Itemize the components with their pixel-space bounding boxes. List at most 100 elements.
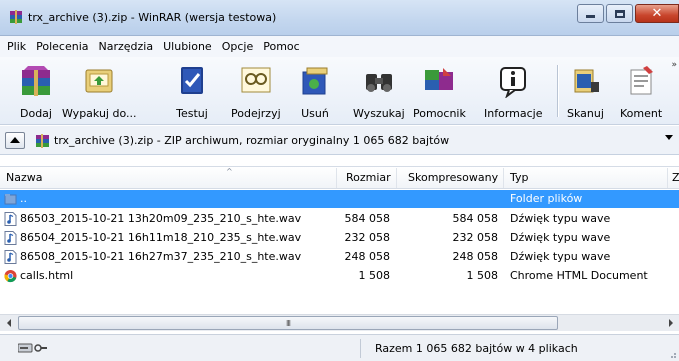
minimize-button[interactable] <box>577 4 604 23</box>
find-label: Wyszukaj <box>353 107 405 120</box>
minimize-icon <box>586 15 595 18</box>
toolbar-overflow-icon[interactable]: » <box>671 60 677 70</box>
file-name: 86503_2015-10-21 13h20m09_235_210_s_hte.… <box>20 212 302 225</box>
file-name: .. <box>20 192 27 205</box>
menu-ulubione[interactable]: Ulubione <box>163 40 212 53</box>
view-label: Podejrzyj <box>231 107 281 120</box>
info-icon <box>500 67 527 98</box>
menu-polecenia[interactable]: Polecenia <box>36 40 88 53</box>
scrollbar-grip: III <box>285 318 291 328</box>
find-icon <box>365 74 392 92</box>
column-name[interactable]: Nazwa <box>6 167 42 189</box>
window-title: trx_archive (3).zip - WinRAR (wersja tes… <box>28 11 277 24</box>
scan-button[interactable]: Skanuj <box>567 60 604 122</box>
file-size: 232 058 <box>344 231 391 244</box>
status-separator <box>360 339 361 358</box>
address-bar: trx_archive (3).zip - ZIP archiwum, rozm… <box>0 126 679 155</box>
scrollbar-thumb[interactable]: III <box>18 316 558 330</box>
menu-pomoc[interactable]: Pomoc <box>263 40 299 53</box>
menu-bar: Plik Polecenia Narzędzia Ulubione Opcje … <box>0 36 679 57</box>
file-size: 1 508 <box>358 269 391 282</box>
add-archive-icon <box>22 66 50 96</box>
delete-button[interactable]: Usuń <box>297 60 333 122</box>
scroll-left-button[interactable] <box>0 315 17 331</box>
file-type: Dźwięk typu wave <box>510 212 611 225</box>
comment-icon <box>630 66 654 95</box>
info-button[interactable]: Informacje <box>484 60 542 122</box>
file-type: Folder plików <box>510 192 583 205</box>
status-bar: Razem 1 065 682 bajtów w 4 plikach <box>0 334 679 361</box>
list-item[interactable]: 86504_2015-10-21 16h11m18_210_235_s_hte.… <box>0 229 679 247</box>
extract-to-button[interactable]: Wypakuj do... <box>62 60 136 122</box>
wizard-icon <box>425 68 454 90</box>
archive-icon <box>36 134 49 148</box>
list-item[interactable]: calls.html 1 508 1 508 Chrome HTML Docum… <box>0 267 679 285</box>
winrar-app-icon[interactable] <box>9 10 23 24</box>
list-item[interactable]: 86508_2015-10-21 16h27m37_235_210_s_hte.… <box>0 248 679 266</box>
file-size: 584 058 <box>344 212 391 225</box>
file-packed: 248 058 <box>452 250 499 263</box>
extract-to-label: Wypakuj do... <box>62 107 137 120</box>
file-packed: 584 058 <box>452 212 499 225</box>
chrome-html-icon <box>4 269 17 283</box>
wave-file-icon <box>4 212 17 226</box>
toolbar-separator <box>557 65 558 117</box>
list-item-parent-folder[interactable]: .. Folder plików <box>0 190 679 208</box>
file-list-header: Nazwa ^ Rozmiar Skompresowany Typ Z <box>0 166 679 189</box>
wave-file-icon <box>4 250 17 264</box>
menu-narzedzia[interactable]: Narzędzia <box>99 40 154 53</box>
drive-key-icon[interactable] <box>18 342 48 354</box>
file-name: 86504_2015-10-21 16h11m18_210_235_s_hte.… <box>20 231 302 244</box>
add-label: Dodaj <box>20 107 52 120</box>
info-label: Informacje <box>484 107 543 120</box>
close-icon: ✕ <box>651 6 663 21</box>
wizard-label: Pomocnik <box>413 107 466 120</box>
column-size[interactable]: Rozmiar <box>346 167 391 189</box>
horizontal-scrollbar[interactable]: III <box>0 314 679 331</box>
scroll-right-button[interactable] <box>662 315 679 331</box>
address-path[interactable]: trx_archive (3).zip - ZIP archiwum, rozm… <box>54 134 449 147</box>
column-type[interactable]: Typ <box>510 167 529 189</box>
comment-button[interactable]: Koment <box>620 60 662 122</box>
file-size: 248 058 <box>344 250 391 263</box>
column-extra[interactable]: Z <box>672 167 679 189</box>
scan-icon <box>574 69 600 93</box>
wave-file-icon <box>4 231 17 245</box>
column-packed[interactable]: Skompresowany <box>408 167 498 189</box>
folder-icon <box>4 194 17 205</box>
file-type: Dźwięk typu wave <box>510 231 611 244</box>
window-controls: ✕ <box>577 4 679 24</box>
up-arrow-icon <box>10 137 20 143</box>
toolbar: Dodaj Wypakuj do... Testuj Podejrzyj Usu… <box>0 57 679 125</box>
sort-ascending-icon: ^ <box>226 167 233 176</box>
up-folder-button[interactable] <box>5 132 25 149</box>
file-type: Dźwięk typu wave <box>510 250 611 263</box>
view-icon <box>241 67 271 93</box>
resize-grip-icon[interactable] <box>667 349 677 359</box>
scroll-left-icon <box>6 319 11 327</box>
find-button[interactable]: Wyszukaj <box>353 60 405 122</box>
address-dropdown-icon[interactable] <box>665 135 673 140</box>
column-divider[interactable] <box>503 168 504 188</box>
column-divider[interactable] <box>336 168 337 188</box>
delete-label: Usuń <box>301 107 329 120</box>
file-packed: 1 508 <box>466 269 499 282</box>
view-button[interactable]: Podejrzyj <box>231 60 281 122</box>
test-button[interactable]: Testuj <box>174 60 210 122</box>
maximize-icon <box>614 9 625 18</box>
scan-label: Skanuj <box>567 107 604 120</box>
list-item[interactable]: 86503_2015-10-21 13h20m09_235_210_s_hte.… <box>0 210 679 228</box>
close-button[interactable]: ✕ <box>635 4 679 23</box>
status-text: Razem 1 065 682 bajtów w 4 plikach <box>375 342 578 355</box>
extract-icon <box>85 69 113 93</box>
wizard-button[interactable]: Pomocnik <box>413 60 466 122</box>
add-button[interactable]: Dodaj <box>18 60 54 122</box>
maximize-button[interactable] <box>606 4 633 23</box>
title-bar: trx_archive (3).zip - WinRAR (wersja tes… <box>0 0 679 36</box>
column-divider[interactable] <box>667 168 668 188</box>
file-type: Chrome HTML Document <box>510 269 648 282</box>
column-divider[interactable] <box>396 168 397 188</box>
file-name: calls.html <box>20 269 74 282</box>
menu-opcje[interactable]: Opcje <box>222 40 254 53</box>
menu-plik[interactable]: Plik <box>7 40 26 53</box>
